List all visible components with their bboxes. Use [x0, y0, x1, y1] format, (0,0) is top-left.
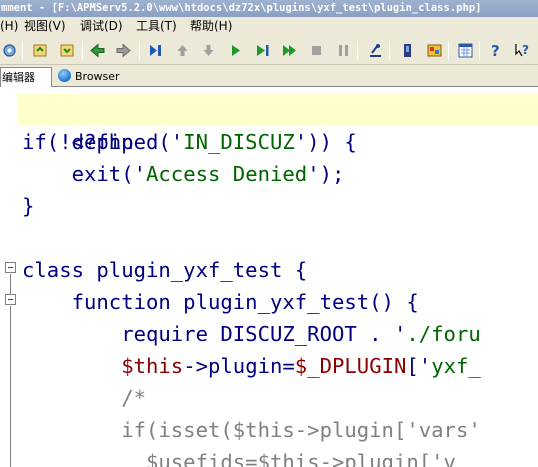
menu-bar: (H) 视图(V) 调试(D) 工具(T) 帮助(H)	[0, 17, 538, 36]
code-token: ');	[307, 162, 345, 186]
toolbar-separator	[479, 41, 480, 60]
code-token: $this	[121, 354, 184, 378]
code-line-7: function plugin_yxf_test() {	[22, 286, 419, 318]
toolbar-separator	[448, 41, 449, 60]
fold-toggle-icon[interactable]	[5, 262, 16, 273]
code-line-6: class plugin_yxf_test {	[22, 254, 307, 286]
code-token: $_DPLUGIN	[294, 354, 407, 378]
code-token: yxf_	[431, 354, 481, 378]
menu-item-help[interactable]: 帮助(H)	[190, 17, 232, 36]
run-icon[interactable]	[226, 41, 245, 60]
fold-line	[10, 306, 11, 467]
code-token: $usefids=$this->plugin['v	[22, 450, 456, 467]
up-arrow-icon[interactable]	[173, 41, 192, 60]
refresh-icon[interactable]	[31, 41, 50, 60]
gear-icon[interactable]	[0, 41, 19, 60]
code-token: exit('	[22, 162, 146, 186]
tab-browser[interactable]: Browser	[55, 67, 125, 87]
run-to-icon[interactable]	[253, 41, 272, 60]
palette-icon[interactable]	[425, 41, 444, 60]
refresh-down-icon[interactable]	[58, 41, 77, 60]
toolbar-separator	[82, 41, 83, 60]
code-token: require DISCUZ_ROOT . '	[22, 322, 407, 346]
code-token: ')) {	[294, 130, 357, 154]
code-line-9: $this->plugin=$_DPLUGIN['yxf_	[22, 350, 481, 382]
toolbar-separator	[357, 41, 358, 60]
toolbar-separator	[139, 41, 140, 60]
help-icon[interactable]: ?	[486, 41, 505, 60]
code-line-10: /*	[22, 382, 146, 414]
inspect-icon[interactable]	[366, 41, 385, 60]
tab-browser-label: Browser	[75, 70, 120, 83]
code-line-8: require DISCUZ_ROOT . './foru	[22, 318, 481, 350]
code-token: IN_DISCUZ	[183, 130, 295, 154]
code-token: function plugin_yxf_test() {	[22, 290, 419, 314]
calendar-icon[interactable]	[456, 41, 475, 60]
fold-gutter	[0, 88, 18, 467]
code-line-1: <?php	[18, 94, 538, 154]
toolbar-separator	[389, 41, 390, 60]
code-token: Access Denied	[146, 162, 308, 186]
code-token: }	[22, 194, 35, 218]
code-line-11: if(isset($this->plugin['vars'	[22, 414, 481, 446]
code-line-12: $usefids=$this->plugin['v	[22, 446, 456, 467]
down-arrow-icon[interactable]	[199, 41, 218, 60]
pause-icon[interactable]	[334, 41, 353, 60]
code-token: ->plugin=	[183, 354, 295, 378]
tab-editor-label: 编辑器	[2, 71, 35, 84]
toolbar-separator	[22, 41, 23, 60]
code-token: /*	[22, 386, 146, 410]
code-editor[interactable]: <?php if(!defined('IN_DISCUZ')) { exit('…	[0, 88, 538, 467]
menu-item-debug[interactable]: 调试(D)	[80, 17, 123, 36]
code-token: if(!defined('	[22, 130, 184, 154]
code-line-3: exit('Access Denied');	[22, 158, 345, 190]
svg-text:?: ?	[491, 42, 500, 59]
toolbar: ? ?	[0, 36, 538, 65]
fast-forward-icon[interactable]	[280, 41, 299, 60]
stop-icon[interactable]	[307, 41, 326, 60]
code-token: ['	[406, 354, 432, 378]
bookmark-icon[interactable]	[398, 41, 417, 60]
step-into-icon[interactable]	[146, 41, 165, 60]
back-icon[interactable]	[88, 41, 107, 60]
fold-line	[10, 274, 11, 294]
menu-item-tools[interactable]: 工具(T)	[136, 17, 177, 36]
context-help-icon[interactable]: ?	[513, 41, 532, 60]
code-token: ./foru	[406, 322, 481, 346]
menu-item-help-h[interactable]: (H)	[0, 17, 18, 36]
tab-editor[interactable]: 编辑器	[0, 67, 52, 87]
globe-icon	[58, 69, 71, 82]
tab-bar: 编辑器 Browser	[0, 65, 538, 87]
fold-toggle-icon[interactable]	[5, 294, 16, 305]
code-token: class plugin_yxf_test {	[22, 258, 308, 282]
window-title: mment - [F:\APMServ5.2.0\www\htdocs\dz72…	[0, 0, 538, 17]
forward-icon[interactable]	[114, 41, 133, 60]
svg-text:?: ?	[522, 43, 529, 57]
code-line-2: if(!defined('IN_DISCUZ')) {	[22, 126, 357, 158]
menu-item-view[interactable]: 视图(V)	[24, 17, 66, 36]
code-line-4: }	[22, 190, 34, 222]
code-token: if(isset($this->plugin['vars'	[22, 418, 481, 442]
